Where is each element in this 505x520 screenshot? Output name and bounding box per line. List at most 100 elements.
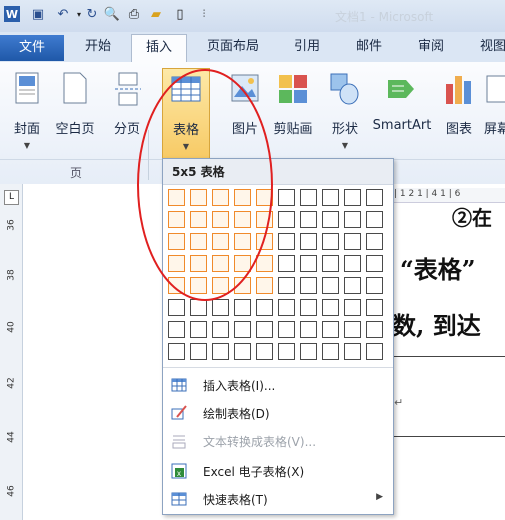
menu-item-quick-tables[interactable]: 快速表格(T) ▶: [163, 485, 393, 513]
grid-cell[interactable]: [322, 343, 339, 360]
grid-cell[interactable]: [366, 277, 383, 294]
ruler-number: 46: [6, 485, 17, 497]
menu-item-draw-table[interactable]: 绘制表格(D): [163, 399, 393, 427]
grid-cell[interactable]: [300, 321, 317, 338]
new-document-icon[interactable]: ▯: [172, 6, 188, 22]
ruler-number: 42: [6, 377, 17, 389]
grid-cell[interactable]: [278, 189, 295, 206]
grid-cell[interactable]: [344, 277, 361, 294]
grid-cell[interactable]: [278, 233, 295, 250]
grid-cell[interactable]: [344, 321, 361, 338]
grid-cell[interactable]: [190, 343, 207, 360]
ruler-number: 44: [6, 431, 17, 443]
grid-cell[interactable]: [366, 299, 383, 316]
grid-cell[interactable]: [278, 321, 295, 338]
tab-review[interactable]: 审阅: [404, 34, 458, 60]
draw-table-icon: [171, 405, 187, 421]
ruler-marks: | 1 2 1 | 4 1 | 6: [394, 189, 461, 199]
grid-cell[interactable]: [322, 277, 339, 294]
ruler-number: 36: [6, 219, 17, 231]
blank-page-label: 空白页: [55, 122, 95, 137]
cover-page-button[interactable]: 封面 ▼: [4, 68, 50, 160]
cover-page-label: 封面: [13, 122, 40, 137]
screenshot-icon: [485, 72, 505, 106]
screenshot-button[interactable]: 屏幕: [482, 68, 505, 160]
grid-cell[interactable]: [278, 255, 295, 272]
grid-cell[interactable]: [322, 233, 339, 250]
grid-cell[interactable]: [300, 277, 317, 294]
print-preview-icon[interactable]: 🔍: [104, 6, 120, 22]
menu-item-convert-text: 文本转换成表格(V)...: [163, 427, 393, 455]
paragraph-mark: ↵: [394, 396, 404, 409]
chevron-down-icon: ▼: [23, 141, 31, 150]
grid-cell[interactable]: [300, 255, 317, 272]
tab-mailings[interactable]: 邮件: [342, 34, 396, 60]
tab-page-layout[interactable]: 页面布局: [195, 34, 271, 60]
tab-home[interactable]: 开始: [72, 34, 124, 60]
chart-button[interactable]: 图表: [436, 68, 482, 160]
horizontal-ruler[interactable]: | 1 2 1 | 4 1 | 6: [380, 188, 505, 203]
redo-icon[interactable]: ↻: [84, 6, 100, 22]
grid-cell[interactable]: [190, 321, 207, 338]
grid-cell[interactable]: [366, 189, 383, 206]
grid-cell[interactable]: [278, 343, 295, 360]
chart-icon: [443, 72, 475, 106]
grid-cell[interactable]: [344, 211, 361, 228]
menu-item-insert-table[interactable]: 插入表格(I)...: [163, 371, 393, 399]
grid-cell[interactable]: [300, 299, 317, 316]
grid-cell[interactable]: [300, 233, 317, 250]
grid-cell[interactable]: [344, 343, 361, 360]
grid-cell[interactable]: [234, 321, 251, 338]
grid-cell[interactable]: [344, 189, 361, 206]
grid-cell[interactable]: [322, 189, 339, 206]
print-icon[interactable]: ⎙: [126, 6, 142, 22]
tab-view[interactable]: 视图: [466, 34, 505, 60]
grid-cell[interactable]: [322, 321, 339, 338]
clip-art-icon: [277, 72, 309, 106]
grid-cell[interactable]: [168, 321, 185, 338]
menu-item-excel-spreadsheet[interactable]: x Excel 电子表格(X): [163, 457, 393, 485]
grid-cell[interactable]: [344, 299, 361, 316]
grid-cell[interactable]: [344, 233, 361, 250]
open-folder-icon[interactable]: ▰: [148, 6, 164, 22]
grid-cell[interactable]: [366, 255, 383, 272]
blank-page-button[interactable]: 空白页: [52, 68, 98, 160]
vertical-ruler[interactable]: 36 38 40 42 44 46: [0, 184, 23, 520]
grid-cell[interactable]: [278, 277, 295, 294]
grid-cell[interactable]: [256, 321, 273, 338]
grid-cell[interactable]: [212, 321, 229, 338]
grid-cell[interactable]: [322, 211, 339, 228]
smartart-button[interactable]: SmartArt: [372, 68, 432, 160]
grid-cell[interactable]: [212, 343, 229, 360]
smartart-label: SmartArt: [372, 118, 432, 133]
grid-cell[interactable]: [366, 321, 383, 338]
grid-cell[interactable]: [234, 343, 251, 360]
grid-cell[interactable]: [300, 211, 317, 228]
grid-cell[interactable]: [344, 255, 361, 272]
ribbon-tab-strip: 文件 开始 插入 页面布局 引用 邮件 审阅 视图: [0, 32, 505, 63]
window-title: 文档1 - Microsoft: [335, 10, 434, 24]
grid-cell[interactable]: [278, 299, 295, 316]
grid-cell[interactable]: [256, 343, 273, 360]
grid-cell[interactable]: [300, 343, 317, 360]
grid-cell[interactable]: [322, 299, 339, 316]
tab-insert[interactable]: 插入: [131, 34, 187, 63]
word-icon[interactable]: W: [4, 6, 20, 22]
undo-icon[interactable]: ↶: [55, 6, 71, 22]
grid-cell[interactable]: [366, 343, 383, 360]
grid-cell[interactable]: [300, 189, 317, 206]
grid-cell[interactable]: [366, 211, 383, 228]
grid-cell[interactable]: [366, 233, 383, 250]
customize-toolbar-icon[interactable]: ⫶: [196, 6, 212, 22]
grid-cell[interactable]: [322, 255, 339, 272]
shapes-button[interactable]: 形状 ▼: [322, 68, 368, 160]
tab-selector-icon[interactable]: L: [4, 190, 19, 205]
tab-file[interactable]: 文件: [0, 35, 64, 61]
screenshot-label: 屏幕: [483, 122, 505, 137]
clip-art-button[interactable]: 剪贴画: [270, 68, 316, 160]
insert-table-icon: [171, 377, 187, 393]
save-icon[interactable]: ▣: [30, 6, 46, 22]
tab-references[interactable]: 引用: [280, 34, 334, 60]
grid-cell[interactable]: [168, 343, 185, 360]
grid-cell[interactable]: [278, 211, 295, 228]
